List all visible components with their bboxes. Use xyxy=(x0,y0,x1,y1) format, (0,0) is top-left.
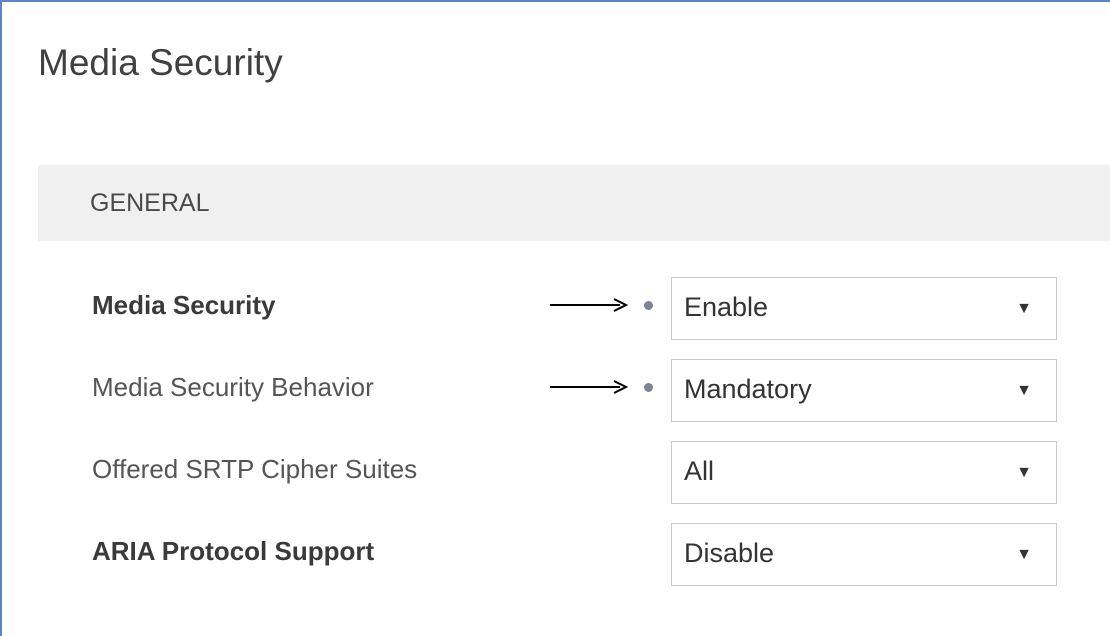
media-security-panel: Media Security GENERAL Media Security En… xyxy=(0,0,1110,636)
caret-down-icon: ▼ xyxy=(1016,546,1032,563)
field-row-aria-protocol-support: ARIA Protocol Support Disable ▼ xyxy=(2,523,1110,587)
modified-dot-icon xyxy=(644,301,653,310)
page-title: Media Security xyxy=(38,42,283,83)
select-value: Enable xyxy=(684,292,769,322)
select-value: Mandatory xyxy=(684,374,812,404)
modified-dot-icon xyxy=(644,383,653,392)
field-label-srtp-cipher-suites: Offered SRTP Cipher Suites xyxy=(92,454,418,484)
field-row-srtp-cipher-suites: Offered SRTP Cipher Suites All ▼ xyxy=(2,441,1110,505)
caret-down-icon: ▼ xyxy=(1016,300,1032,317)
media-security-behavior-select[interactable]: Mandatory ▼ xyxy=(671,359,1057,422)
caret-down-icon: ▼ xyxy=(1016,464,1032,481)
arrow-right-icon xyxy=(550,380,628,394)
field-row-media-security: Media Security Enable ▼ xyxy=(2,277,1110,341)
field-label-aria-protocol-support: ARIA Protocol Support xyxy=(92,536,375,566)
field-label-media-security-behavior: Media Security Behavior xyxy=(92,372,374,402)
select-value: Disable xyxy=(684,538,775,568)
caret-down-icon: ▼ xyxy=(1016,382,1032,399)
select-value: All xyxy=(684,456,715,486)
section-title: GENERAL xyxy=(90,189,210,217)
aria-protocol-support-select[interactable]: Disable ▼ xyxy=(671,523,1057,586)
field-row-media-security-behavior: Media Security Behavior Mandatory ▼ xyxy=(2,359,1110,423)
media-security-select[interactable]: Enable ▼ xyxy=(671,277,1057,340)
section-header-general: GENERAL xyxy=(38,165,1110,241)
srtp-cipher-suites-select[interactable]: All ▼ xyxy=(671,441,1057,504)
arrow-right-icon xyxy=(550,298,628,312)
field-label-media-security: Media Security xyxy=(92,290,276,320)
